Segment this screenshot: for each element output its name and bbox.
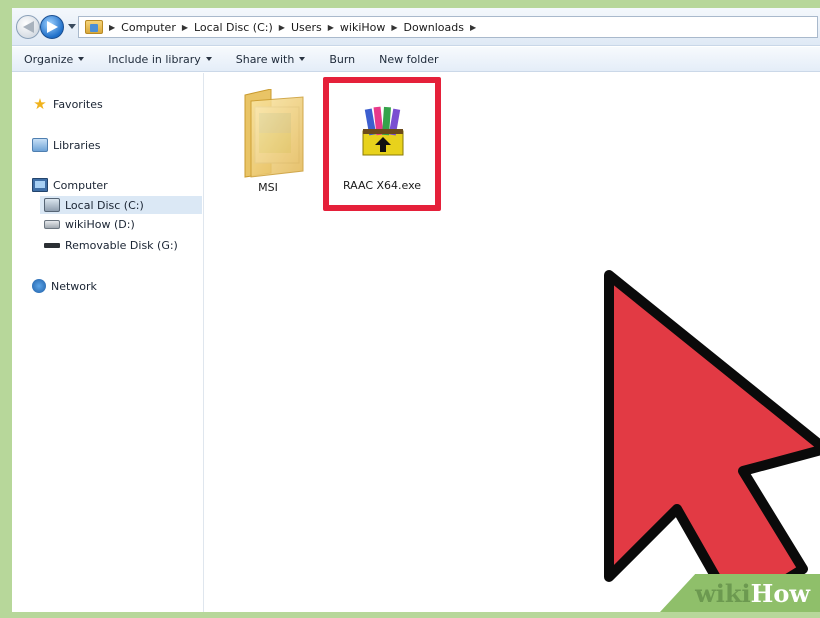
share-with-button[interactable]: Share with [224, 53, 318, 66]
file-item-raac[interactable]: RAAC X64.exe [323, 77, 441, 213]
chevron-right-icon[interactable]: ▶ [109, 23, 115, 32]
nav-item-wikihow-drive[interactable]: wikiHow (D:) [44, 218, 135, 231]
new-folder-button[interactable]: New folder [367, 53, 450, 66]
include-in-library-label: Include in library [108, 52, 201, 66]
file-item-msi[interactable]: MSI [223, 85, 313, 195]
network-icon [32, 279, 46, 293]
nav-label-wikihow-drive: wikiHow (D:) [65, 218, 135, 231]
command-bar: Organize Include in library Share with B… [12, 47, 820, 72]
dropdown-arrow-icon [299, 57, 306, 61]
recent-pages-dropdown-icon[interactable] [68, 24, 76, 29]
breadcrumb-wikihow[interactable]: wikiHow [340, 21, 385, 34]
local-disk-icon [44, 198, 60, 212]
nav-item-favorites[interactable]: ★ Favorites [32, 95, 103, 113]
dropdown-arrow-icon [205, 57, 212, 61]
include-in-library-button[interactable]: Include in library [96, 53, 223, 66]
nav-label-favorites: Favorites [53, 97, 103, 111]
nav-item-computer[interactable]: Computer [32, 178, 108, 192]
chevron-right-icon[interactable]: ▶ [279, 23, 285, 32]
nav-label-network: Network [51, 279, 97, 293]
share-with-label: Share with [235, 52, 295, 66]
chevron-right-icon[interactable]: ▶ [470, 23, 476, 32]
computer-icon [32, 178, 48, 192]
nav-item-libraries[interactable]: Libraries [32, 138, 101, 152]
forward-button[interactable] [40, 15, 64, 39]
drive-icon [44, 220, 60, 229]
chevron-right-icon[interactable]: ▶ [328, 23, 334, 32]
folder-icon [244, 89, 304, 178]
watermark-part1: wiki [695, 578, 751, 608]
breadcrumb-computer[interactable]: Computer [121, 21, 176, 34]
explorer-window: ▶ Computer ▶ Local Disc (C:) ▶ Users ▶ w… [0, 0, 820, 618]
libraries-icon [32, 138, 48, 152]
organize-button[interactable]: Organize [12, 53, 96, 66]
new-folder-label: New folder [379, 52, 439, 66]
burn-button[interactable]: Burn [317, 53, 367, 66]
chevron-right-icon[interactable]: ▶ [391, 23, 397, 32]
removable-disk-icon [44, 243, 60, 248]
nav-item-removable-disk[interactable]: Removable Disk (G:) [44, 239, 178, 252]
nav-label-libraries: Libraries [53, 138, 101, 152]
nav-item-local-disc[interactable]: Local Disc (C:) [40, 196, 202, 214]
burn-label: Burn [329, 52, 356, 66]
back-button[interactable] [16, 15, 40, 39]
breadcrumb-users[interactable]: Users [291, 21, 322, 34]
breadcrumb-local-disc[interactable]: Local Disc (C:) [194, 21, 273, 34]
address-bar[interactable]: ▶ Computer ▶ Local Disc (C:) ▶ Users ▶ w… [78, 16, 818, 38]
file-list: MSI RAAC X64.exe [205, 73, 820, 612]
nav-label-computer: Computer [53, 178, 108, 192]
chevron-right-icon[interactable]: ▶ [182, 23, 188, 32]
address-row: ▶ Computer ▶ Local Disc (C:) ▶ Users ▶ w… [12, 8, 820, 46]
nav-item-network[interactable]: Network [32, 279, 97, 293]
pointer-arrow-icon [604, 270, 820, 612]
dropdown-arrow-icon [78, 57, 85, 61]
organize-label: Organize [24, 52, 74, 66]
navigation-pane: ★ Favorites Libraries Computer Local Dis… [12, 73, 204, 612]
nav-label-local-disc: Local Disc (C:) [65, 198, 144, 212]
folder-location-icon [85, 20, 103, 34]
star-icon: ★ [33, 95, 47, 113]
file-name: RAAC X64.exe [342, 179, 422, 192]
breadcrumb-downloads[interactable]: Downloads [404, 21, 464, 34]
archive-icon [362, 106, 404, 156]
file-name: MSI [258, 181, 278, 194]
nav-label-removable-disk: Removable Disk (G:) [65, 239, 178, 252]
watermark-part2: How [750, 578, 810, 608]
